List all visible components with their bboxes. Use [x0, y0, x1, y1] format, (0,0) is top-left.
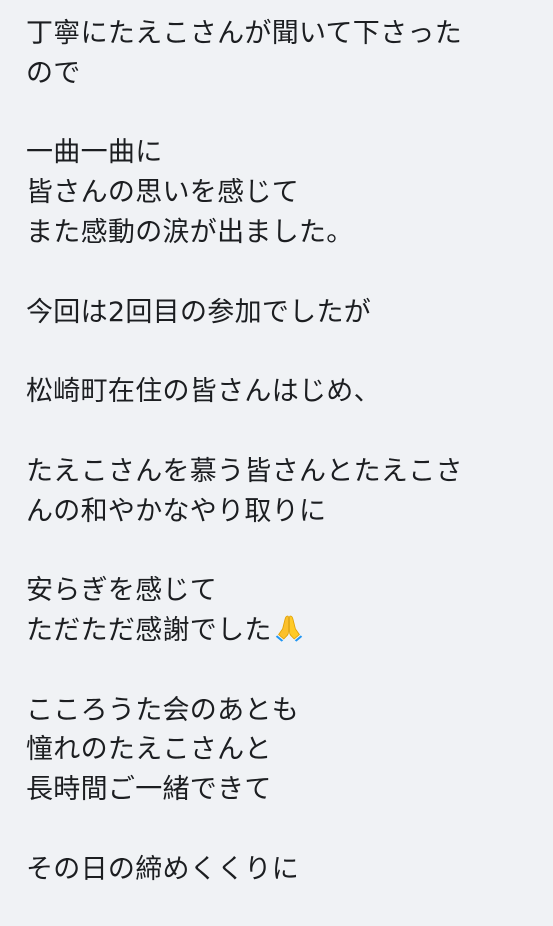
post-line: 憧れのたえこさんと	[26, 734, 272, 766]
post-text-body: 丁寧にたえこさんが聞いて下さった ので 一曲一曲に 皆さんの思いを感じて また感…	[26, 14, 536, 890]
post-line: んの和やかなやり取りに	[26, 495, 327, 527]
post-line-with-emoji: ただただ感謝でした	[26, 611, 536, 651]
post-line: 丁寧にたえこさんが聞いて下さった	[26, 18, 462, 49]
post-line: 一曲一曲に	[26, 137, 163, 169]
post-line: 今回は2回目の参加でしたが	[26, 296, 372, 328]
post-line: たえこさんを慕う皆さんとたえこさ	[26, 455, 463, 487]
post-line: 長時間ご一緒できて	[26, 774, 272, 806]
post-line: ので	[26, 57, 81, 89]
folded-hands-icon	[274, 612, 304, 654]
post-line: また感動の涙が出ました。	[26, 216, 354, 248]
post-line: 安らぎを感じて	[26, 575, 218, 607]
post-line: 皆さんの思いを感じて	[26, 177, 299, 209]
post-line-text: ただただ感謝でした	[26, 614, 272, 646]
post-line: 松崎町在住の皆さんはじめ、	[26, 376, 381, 408]
post-line: その日の締めくくりに	[26, 853, 299, 885]
post-line: こころうた会のあとも	[26, 694, 299, 726]
